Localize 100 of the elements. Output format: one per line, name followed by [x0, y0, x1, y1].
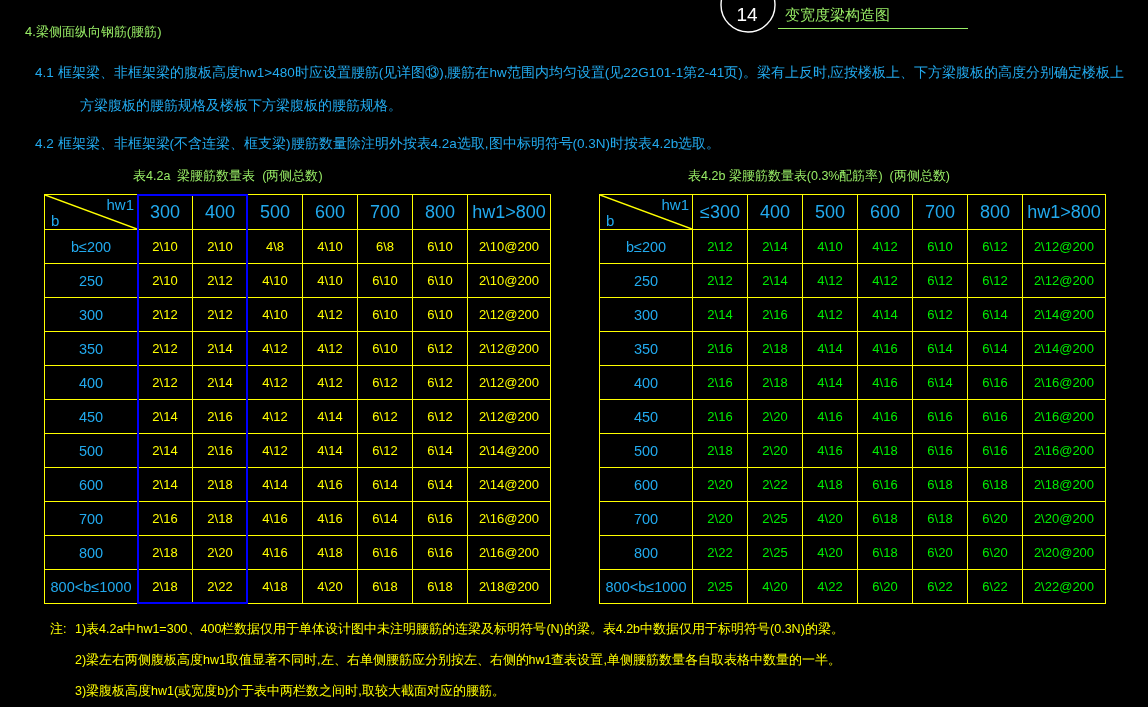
- table-cell: 2\12@200: [468, 366, 550, 399]
- section-heading: 4.梁侧面纵向钢筋(腰筋): [25, 24, 162, 40]
- table-cell: 6\18: [913, 468, 967, 501]
- table-cell: 2\16: [693, 332, 747, 365]
- column-header: 500: [248, 195, 302, 229]
- table-cell: 2\12@200: [1023, 264, 1105, 297]
- column-header: hw1>800: [1023, 195, 1105, 229]
- table-cell: 6\12: [413, 332, 467, 365]
- table-cell: 2\10@200: [468, 264, 550, 297]
- table-cell: 4\20: [803, 536, 857, 569]
- table-cell: 6\16: [968, 400, 1022, 433]
- table-cell: 6\20: [913, 536, 967, 569]
- table-cell: 4\14: [248, 468, 302, 501]
- table-cell: 2\20@200: [1023, 536, 1105, 569]
- table-cell: 2\18: [138, 570, 192, 603]
- row-header: 800: [600, 536, 692, 569]
- table-cell: 2\10: [138, 230, 192, 263]
- table-cell: 2\18: [193, 468, 247, 501]
- table-cell: 4\12: [248, 332, 302, 365]
- table-cell: 6\18: [913, 502, 967, 535]
- table-cell: 2\16: [138, 502, 192, 535]
- table-cell: 2\25: [748, 502, 802, 535]
- row-header: 250: [45, 264, 137, 297]
- row-header: 700: [45, 502, 137, 535]
- table-cell: 4\10: [248, 298, 302, 331]
- table-cell: 2\14: [193, 332, 247, 365]
- table-cell: 2\16@200: [468, 536, 550, 569]
- table-cell: 2\14@200: [1023, 332, 1105, 365]
- row-header: 350: [45, 332, 137, 365]
- table-cell: 4\12: [303, 366, 357, 399]
- table-cell: 6\14: [913, 366, 967, 399]
- table-cell: 6\16: [858, 468, 912, 501]
- row-header: 400: [600, 366, 692, 399]
- table-cell: 2\22: [693, 536, 747, 569]
- table-title: 表4.2b 梁腰筋数量表(0.3%配筋率) (两侧总数): [688, 168, 950, 185]
- table-cell: 4\14: [303, 434, 357, 467]
- column-header: ≤300: [693, 195, 747, 229]
- row-header: 400: [45, 366, 137, 399]
- table-cell: 2\12: [193, 264, 247, 297]
- table-cell: 2\20: [193, 536, 247, 569]
- row-header: 450: [45, 400, 137, 433]
- table-cell: 2\12: [138, 332, 192, 365]
- row-header: 300: [45, 298, 137, 331]
- table-cell: 4\22: [803, 570, 857, 603]
- table-cell: 4\12: [303, 298, 357, 331]
- column-header: 800: [968, 195, 1022, 229]
- column-header: 400: [193, 195, 247, 229]
- table-cell: 4\12: [803, 264, 857, 297]
- row-header: 600: [600, 468, 692, 501]
- table-cell: 4\14: [858, 298, 912, 331]
- table-cell: 2\16: [748, 298, 802, 331]
- table-cell: 2\12@200: [468, 400, 550, 433]
- table-cell: 2\14: [138, 400, 192, 433]
- table-cell: 6\18: [358, 570, 412, 603]
- spec-paragraph: 4.2 框架梁、非框架梁(不含连梁、框支梁)腰筋数量除注明外按表4.2a选取,图中标明符号(0.3N)时按表4.2b选取。: [35, 135, 721, 153]
- table-cell: 2\14: [193, 366, 247, 399]
- column-header: 700: [913, 195, 967, 229]
- table-cell: 4\12: [248, 400, 302, 433]
- table-cell: 6\16: [413, 502, 467, 535]
- row-header: 500: [600, 434, 692, 467]
- column-header: 300: [138, 195, 192, 229]
- column-header: 500: [803, 195, 857, 229]
- table-cell: 6\18: [858, 536, 912, 569]
- table-cell: 4\18: [303, 536, 357, 569]
- table-cell: 6\12: [358, 366, 412, 399]
- column-header: hw1>800: [468, 195, 550, 229]
- table-cell: 2\20: [693, 502, 747, 535]
- table-cell: 6\14: [413, 434, 467, 467]
- table-cell: 4\18: [248, 570, 302, 603]
- table-cell: 2\14@200: [468, 468, 550, 501]
- table-cell: 2\12: [138, 298, 192, 331]
- table-cell: 4\14: [303, 400, 357, 433]
- table-cell: 2\18: [748, 332, 802, 365]
- table-cell: 2\20: [748, 434, 802, 467]
- table-cell: 6\10: [413, 230, 467, 263]
- table-cell: 4\20: [748, 570, 802, 603]
- table-cell: 6\12: [968, 264, 1022, 297]
- table-cell: 2\16@200: [468, 502, 550, 535]
- row-header: 500: [45, 434, 137, 467]
- table-cell: 2\12: [193, 298, 247, 331]
- table-cell: 2\12@200: [1023, 230, 1105, 263]
- table-cell: 4\16: [803, 434, 857, 467]
- table-cell: 2\14: [748, 230, 802, 263]
- table-cell: 6\10: [358, 264, 412, 297]
- table-cell: 4\18: [858, 434, 912, 467]
- table-cell: 6\14: [968, 298, 1022, 331]
- detail-number-badge: 14: [719, 0, 777, 34]
- column-header: 600: [858, 195, 912, 229]
- table-cell: 4\10: [303, 264, 357, 297]
- table-cell: 4\8: [248, 230, 302, 263]
- row-header: 350: [600, 332, 692, 365]
- table-cell: 2\18: [138, 536, 192, 569]
- table-cell: 4\16: [858, 332, 912, 365]
- table-cell: 6\10: [358, 332, 412, 365]
- table-cell: 2\10: [138, 264, 192, 297]
- table-cell: 2\20@200: [1023, 502, 1105, 535]
- column-axis-label: hw1: [106, 197, 134, 213]
- table-cell: 4\10: [303, 230, 357, 263]
- table-cell: 6\14: [913, 332, 967, 365]
- row-header: 800: [45, 536, 137, 569]
